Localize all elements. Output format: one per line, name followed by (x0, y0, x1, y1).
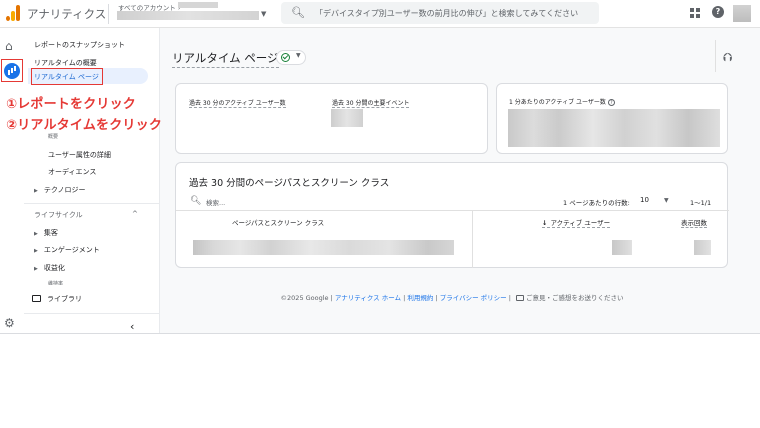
column-header-active-users-label: アクティブ ユーザー (550, 219, 611, 227)
nav-divider (24, 313, 160, 314)
feedback-icon (515, 295, 524, 301)
left-rail: ⌂ ⚙︎ (0, 28, 24, 333)
toolbar-divider (715, 40, 716, 72)
annotation-box-realtime (31, 68, 103, 85)
table-column-divider (472, 210, 473, 268)
metric-active-users-per-minute-label: 1 分あたりのアクティブ ユーザー数 (509, 99, 606, 106)
table-row-path-redacted (193, 240, 454, 255)
nav-library-label: ライブラリ (47, 295, 82, 303)
chevron-up-icon[interactable]: ^ (132, 210, 138, 218)
nav-audience[interactable]: オーディエンス (48, 167, 96, 177)
nav-technology[interactable]: ▶ テクノロジー (34, 185, 85, 195)
page-path-table-card: 過去 30 分間のページパスとスクリーン クラス 🔍︎ 検索... 1 ページあ… (175, 162, 729, 268)
search-icon: 🔍︎ (291, 6, 305, 19)
nav-library[interactable]: ライブラリ (32, 294, 82, 304)
share-icon[interactable]: ⮉︎ (723, 50, 732, 65)
nav-section-lifecycle[interactable]: ライフサイクル (34, 210, 83, 220)
app-title[interactable]: アナリティクス (27, 6, 106, 22)
column-header-views[interactable]: 表示回数 (681, 217, 707, 228)
footer-feedback[interactable]: ご意見・ご感想をお送りください (526, 294, 624, 302)
table-title: 過去 30 分間のページパスとスクリーン クラス (189, 178, 390, 189)
column-header-active-users[interactable]: ↓ アクティブ ユーザー (542, 217, 611, 228)
nav-retention-partial[interactable]: 維持率 (48, 280, 63, 285)
nav-engagement-label: エンゲージメント (43, 246, 100, 254)
chevron-right-icon: ▶ (34, 266, 38, 272)
nav-technology-label: テクノロジー (43, 186, 86, 194)
metric-active-users-per-minute: 1 分あたりのアクティブ ユーザー数? (509, 97, 615, 106)
footer-link-privacy[interactable]: プライバシー ポリシー (440, 294, 507, 302)
annotation-step-1: ①レポートをクリック (6, 97, 137, 112)
property-name-redacted[interactable] (117, 11, 259, 20)
avatar[interactable] (733, 5, 751, 22)
metric-active-users-30min[interactable]: 過去 30 分のアクティブ ユーザー数 (189, 98, 286, 108)
page-title: リアルタイム ページ (172, 50, 279, 68)
metric-key-events-30min[interactable]: 過去 30 分間の主要イベント (332, 98, 410, 108)
nav-acquisition[interactable]: ▶ 集客 (34, 228, 58, 238)
search-icon: 🔍︎ (190, 196, 202, 206)
per-minute-card: 1 分あたりのアクティブ ユーザー数? (496, 83, 728, 154)
account-name-redacted (178, 2, 218, 8)
nav-divider (24, 203, 160, 204)
annotation-step-2: ②リアルタイムをクリック (6, 118, 163, 133)
footer-copyright: ©2025 Google (280, 294, 329, 302)
data-status-dropdown[interactable]: ▼ (276, 50, 306, 65)
apps-grid-icon[interactable] (690, 8, 700, 18)
nav-acquisition-label: 集客 (43, 229, 58, 237)
footer: ©2025 Google | アナリティクス ホーム | 利用規約 | プライバ… (280, 294, 624, 302)
rows-per-page-label: 1 ページあたりの行数: (563, 199, 630, 207)
help-icon[interactable]: ? (607, 99, 615, 106)
home-icon[interactable]: ⌂ (5, 39, 13, 53)
analytics-app: アナリティクス すべてのアカウント › ▼ 🔍︎ 「デバイスタイプ別ユーザー数の… (0, 0, 760, 334)
metric-value-redacted (331, 109, 363, 127)
nav-engagement[interactable]: ▶ エンゲージメント (34, 245, 100, 255)
collapse-nav-icon[interactable]: ‹ (130, 320, 134, 333)
chevron-right-icon: ▶ (34, 231, 38, 237)
check-circle-icon (281, 53, 290, 62)
search-placeholder: 「デバイスタイプ別ユーザー数の前月比の伸び」と検索してみてください (315, 9, 579, 18)
arrow-down-icon: ↓ (542, 219, 548, 227)
chevron-right-icon: ▶ (34, 248, 38, 254)
table-search-input[interactable]: 検索... (206, 197, 225, 207)
metrics-card: 過去 30 分のアクティブ ユーザー数 過去 30 分間の主要イベント (175, 83, 488, 154)
table-cell-users-redacted (612, 240, 632, 255)
column-header-page-path[interactable]: ページパスとスクリーン クラス (232, 217, 324, 227)
chevron-down-icon[interactable]: ▼ (664, 197, 669, 204)
nav-monetization-label: 収益化 (43, 264, 65, 272)
header-divider (108, 4, 109, 24)
table-cell-views-redacted (694, 240, 711, 255)
footer-link-home[interactable]: アナリティクス ホーム (335, 294, 401, 302)
footer-link-terms[interactable]: 利用規約 (407, 294, 433, 302)
rows-per-page-select[interactable]: 10 (640, 196, 649, 204)
help-icon[interactable]: ? (712, 6, 724, 18)
nav-report-snapshot[interactable]: レポートのスナップショット (34, 40, 125, 50)
nav-realtime-overview[interactable]: リアルタイムの概要 (34, 58, 97, 68)
nav-user-attributes-detail[interactable]: ユーザー属性の詳細 (48, 150, 111, 160)
table-pager: 1～1/1 (690, 199, 712, 207)
table-divider (176, 210, 729, 211)
nav-overview-partial[interactable]: 概要 (48, 133, 76, 139)
chevron-right-icon: ▶ (34, 188, 38, 194)
search-bar[interactable]: 🔍︎ 「デバイスタイプ別ユーザー数の前月比の伸び」と検索してみてください (281, 2, 599, 24)
analytics-logo-icon[interactable] (6, 5, 20, 21)
per-minute-chart-redacted (508, 109, 720, 147)
nav-monetization[interactable]: ▶ 収益化 (34, 263, 65, 273)
folder-icon (32, 295, 41, 302)
chevron-down-icon: ▼ (296, 52, 301, 59)
annotation-box-reports (1, 59, 23, 82)
gear-icon[interactable]: ⚙︎ (4, 316, 15, 330)
top-bar: アナリティクス すべてのアカウント › ▼ 🔍︎ 「デバイスタイプ別ユーザー数の… (0, 0, 760, 28)
property-dropdown-icon[interactable]: ▼ (261, 10, 266, 18)
